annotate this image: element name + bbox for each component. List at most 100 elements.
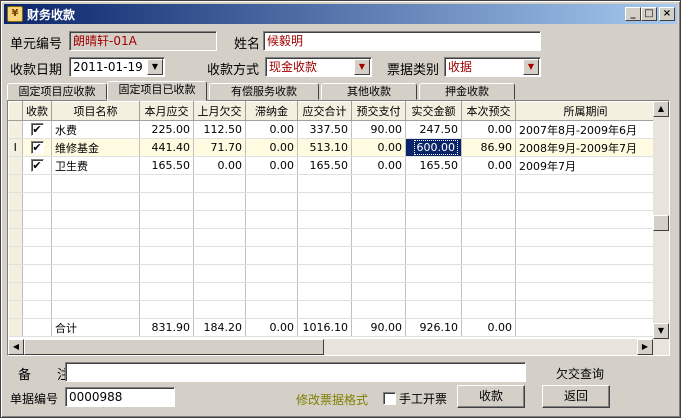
vertical-scroll-thumb[interactable] bbox=[653, 215, 669, 231]
checkbox[interactable]: ✔ bbox=[30, 123, 44, 137]
receipt-type-dropdown-icon[interactable]: ▼ bbox=[523, 59, 539, 75]
col-header[interactable]: 滞纳金 bbox=[245, 101, 298, 121]
cell-paid-selected[interactable]: 600.00 bbox=[405, 138, 462, 157]
payment-table: 收款 项目名称 本月应交 上月欠交 滞纳金 应交合计 预交支付 实交金额 本次预… bbox=[8, 101, 656, 337]
unit-label: 单元编号 bbox=[10, 37, 63, 52]
totals-advance: 0.00 bbox=[461, 318, 516, 337]
empty-row bbox=[8, 210, 656, 229]
table-header: 收款 项目名称 本月应交 上月欠交 滞纳金 应交合计 预交支付 实交金额 本次预… bbox=[8, 101, 656, 121]
scroll-up-icon[interactable]: ▲ bbox=[653, 101, 669, 117]
col-header[interactable]: 所属期间 bbox=[515, 101, 656, 121]
col-header[interactable]: 本月应交 bbox=[139, 101, 194, 121]
cell-cur[interactable]: 441.40 bbox=[139, 138, 194, 157]
remark-input[interactable] bbox=[65, 362, 526, 382]
name-field[interactable]: 候毅明 bbox=[263, 31, 541, 51]
cell-name[interactable]: 卫生费 bbox=[51, 156, 140, 175]
checkbox[interactable]: ✔ bbox=[30, 141, 44, 155]
minimize-button[interactable]: _ bbox=[625, 7, 641, 21]
cell-advance[interactable]: 86.90 bbox=[461, 138, 516, 157]
cell-prev[interactable]: 112.50 bbox=[193, 120, 246, 139]
table-row[interactable]: ✔ 卫生费 165.50 0.00 0.00 165.50 0.00 165.5… bbox=[8, 156, 656, 175]
table-row[interactable]: I ✔ 维修基金 441.40 71.70 0.00 513.10 0.00 6… bbox=[8, 138, 656, 157]
col-header[interactable]: 应交合计 bbox=[297, 101, 352, 121]
manual-invoice-checkbox[interactable] bbox=[383, 392, 396, 405]
horizontal-scrollbar[interactable]: ◀ ▶ bbox=[8, 339, 669, 355]
totals-total: 1016.10 bbox=[297, 318, 352, 337]
receipt-no-label: 单据编号 bbox=[10, 392, 59, 406]
scroll-down-icon[interactable]: ▼ bbox=[653, 323, 669, 339]
cell-late[interactable]: 0.00 bbox=[245, 156, 298, 175]
collect-button[interactable]: 收款 bbox=[457, 385, 525, 408]
date-dropdown-icon[interactable]: ▼ bbox=[147, 59, 163, 75]
scroll-right-icon[interactable]: ▶ bbox=[637, 339, 653, 355]
cell-paid[interactable]: 247.50 bbox=[405, 120, 462, 139]
cell-cur[interactable]: 225.00 bbox=[139, 120, 194, 139]
cell-total[interactable]: 337.50 bbox=[297, 120, 352, 139]
empty-row bbox=[8, 282, 656, 301]
col-header[interactable]: 项目名称 bbox=[51, 101, 140, 121]
arrears-query-link[interactable]: 欠交查询 bbox=[556, 365, 604, 382]
cell-prepay[interactable]: 0.00 bbox=[351, 156, 406, 175]
row-checkbox-cell[interactable]: ✔ bbox=[22, 156, 52, 175]
payment-window: ¥ 财务收款 _ □ × 单元编号 朗晴轩-01A 姓名 候毅明 收款日期 20… bbox=[0, 0, 681, 418]
cell-advance[interactable]: 0.00 bbox=[461, 120, 516, 139]
method-label: 收款方式 bbox=[207, 63, 260, 78]
cell-late[interactable]: 0.00 bbox=[245, 120, 298, 139]
back-button[interactable]: 返回 bbox=[542, 385, 610, 408]
tab-fixed-receivable[interactable]: 固定项目应收款 bbox=[7, 83, 107, 100]
cell-name[interactable]: 维修基金 bbox=[51, 138, 140, 157]
row-checkbox-cell[interactable]: ✔ bbox=[22, 138, 52, 157]
receipt-type-select[interactable]: 收据 ▼ bbox=[444, 57, 541, 77]
horizontal-scroll-thumb[interactable] bbox=[24, 339, 324, 355]
payment-grid[interactable]: 收款 项目名称 本月应交 上月欠交 滞纳金 应交合计 预交支付 实交金额 本次预… bbox=[7, 100, 670, 356]
corner-cell bbox=[8, 101, 23, 121]
title-bar: ¥ 财务收款 _ □ × bbox=[4, 4, 677, 24]
maximize-button[interactable]: □ bbox=[641, 7, 657, 21]
col-header[interactable]: 上月欠交 bbox=[193, 101, 246, 121]
receipt-no-input[interactable]: 0000988 bbox=[65, 387, 175, 407]
method-select[interactable]: 现金收款 ▼ bbox=[265, 57, 372, 77]
col-header[interactable]: 预交支付 bbox=[351, 101, 406, 121]
cell-prepay[interactable]: 0.00 bbox=[351, 138, 406, 157]
cell-prev[interactable]: 0.00 bbox=[193, 156, 246, 175]
manual-invoice-label: 手工开票 bbox=[399, 392, 448, 406]
vertical-scrollbar[interactable]: ▲ ▼ bbox=[653, 101, 669, 339]
cell-period[interactable]: 2008年9月-2009年7月 bbox=[515, 138, 656, 157]
cell-prepay[interactable]: 90.00 bbox=[351, 120, 406, 139]
checkbox[interactable]: ✔ bbox=[30, 159, 44, 173]
method-value: 现金收款 bbox=[269, 60, 318, 74]
tab-deposit[interactable]: 押金收款 bbox=[419, 83, 515, 100]
cell-advance[interactable]: 0.00 bbox=[461, 156, 516, 175]
empty-row bbox=[8, 174, 656, 193]
name-label: 姓名 bbox=[234, 37, 261, 52]
totals-prev: 184.20 bbox=[193, 318, 246, 337]
receipt-type-value: 收据 bbox=[448, 60, 473, 74]
close-button[interactable]: × bbox=[659, 7, 675, 21]
totals-paid: 926.10 bbox=[405, 318, 462, 337]
cell-total[interactable]: 513.10 bbox=[297, 138, 352, 157]
cell-total[interactable]: 165.50 bbox=[297, 156, 352, 175]
date-picker[interactable]: 2011-01-19 ▼ bbox=[69, 57, 165, 77]
empty-row bbox=[8, 300, 656, 319]
method-dropdown-icon[interactable]: ▼ bbox=[354, 59, 370, 75]
col-header[interactable]: 收款 bbox=[22, 101, 52, 121]
scroll-left-icon[interactable]: ◀ bbox=[8, 339, 24, 355]
cell-period[interactable]: 2009年7月 bbox=[515, 156, 656, 175]
row-checkbox-cell[interactable]: ✔ bbox=[22, 120, 52, 139]
col-header[interactable]: 实交金额 bbox=[405, 101, 462, 121]
col-header[interactable]: 本次预交 bbox=[461, 101, 516, 121]
totals-late: 0.00 bbox=[245, 318, 298, 337]
tab-fixed-received[interactable]: 固定项目已收款 bbox=[107, 81, 207, 101]
cell-paid[interactable]: 165.50 bbox=[405, 156, 462, 175]
cell-prev[interactable]: 71.70 bbox=[193, 138, 246, 157]
cell-late[interactable]: 0.00 bbox=[245, 138, 298, 157]
tab-paid-service[interactable]: 有偿服务收款 bbox=[209, 83, 319, 100]
cell-name[interactable]: 水费 bbox=[51, 120, 140, 139]
table-row[interactable]: ✔ 水费 225.00 112.50 0.00 337.50 90.00 247… bbox=[8, 120, 656, 139]
modify-receipt-format-link[interactable]: 修改票据格式 bbox=[296, 391, 368, 408]
tab-other[interactable]: 其他收款 bbox=[321, 83, 417, 100]
cell-cur[interactable]: 165.50 bbox=[139, 156, 194, 175]
receipt-type-label: 票据类别 bbox=[387, 63, 440, 78]
remark-label: 备 注 bbox=[18, 368, 71, 383]
cell-period[interactable]: 2007年8月-2009年6月 bbox=[515, 120, 656, 139]
